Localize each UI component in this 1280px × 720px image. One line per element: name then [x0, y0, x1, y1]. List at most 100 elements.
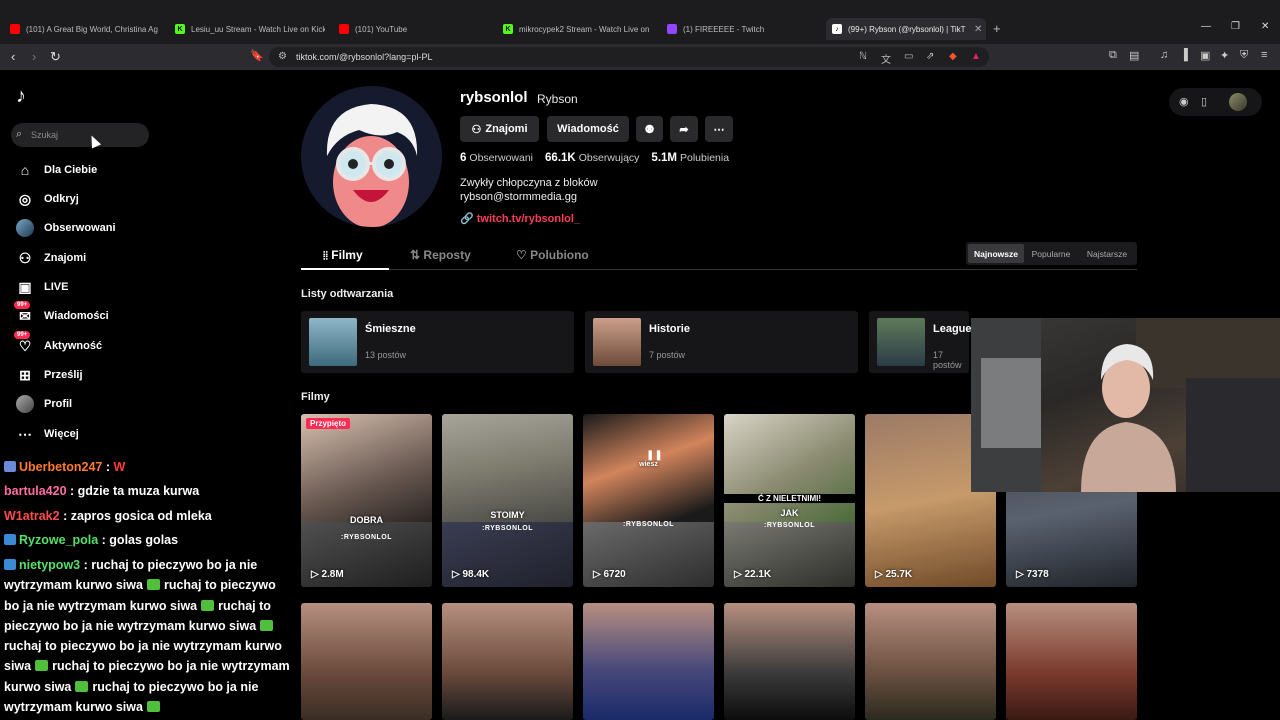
- view-count: ▷ 25.7K: [875, 569, 913, 580]
- video-card[interactable]: [301, 603, 432, 720]
- wallet-icon[interactable]: ▣: [1200, 49, 1210, 62]
- badge-icon: [4, 461, 16, 472]
- share-icon: ➦: [679, 123, 689, 136]
- rewards-icon[interactable]: ▲: [971, 51, 981, 62]
- media-icon[interactable]: ♫: [1160, 49, 1168, 61]
- no-sync-icon[interactable]: ℕ: [859, 51, 867, 62]
- pause-icon[interactable]: ❚❚: [646, 450, 663, 461]
- video-thumbnail: [583, 414, 714, 522]
- sort-newest[interactable]: Najnowsze: [968, 244, 1024, 263]
- sidebar-item-explore[interactable]: ◎ Odkryj: [16, 188, 79, 210]
- sort-oldest[interactable]: Najstarsze: [1080, 244, 1134, 263]
- video-card[interactable]: [442, 603, 573, 720]
- menu-icon[interactable]: ≡: [1261, 49, 1267, 61]
- share-icon[interactable]: ⇗: [926, 51, 934, 62]
- share-button[interactable]: ➦: [670, 116, 698, 142]
- tiktok-logo-icon[interactable]: ♪: [16, 86, 36, 108]
- video-card[interactable]: Przypięto DOBRA :RYBSONLOL ▷ 2.8M: [301, 414, 432, 587]
- tab-title: (1) FIREEEEE - Twitch: [683, 24, 765, 34]
- view-count-value: 6720: [603, 569, 626, 580]
- search-input[interactable]: [31, 127, 141, 143]
- leo-ai-icon[interactable]: ✦: [1220, 49, 1229, 62]
- browser-tab[interactable]: (101) A Great Big World, Christina Ag: [10, 18, 160, 40]
- upload-icon: ⊞: [19, 366, 31, 383]
- more-icon: ⋯: [18, 425, 32, 442]
- tab-reposts[interactable]: ⇅ Reposty: [410, 248, 471, 262]
- sidebar-item-live[interactable]: ▣ LIVE: [16, 276, 68, 298]
- video-card[interactable]: [724, 603, 855, 720]
- video-card[interactable]: STOIMY :RYBSONLOL ▷ 98.4K: [442, 414, 573, 587]
- activity-icon: ♡ 99+: [14, 331, 34, 355]
- vpn-icon[interactable]: ⛨: [1240, 49, 1248, 62]
- sidebar-item-more[interactable]: ⋯ Więcej: [16, 423, 79, 445]
- bookmark-icon[interactable]: 🔖: [250, 49, 264, 62]
- video-card[interactable]: [583, 603, 714, 720]
- playlist-card[interactable]: League 17 postów: [869, 311, 972, 373]
- sidebar-icon[interactable]: ▐: [1180, 49, 1188, 61]
- sidebar-item-profile[interactable]: Profil: [16, 393, 72, 415]
- video-card[interactable]: Ć Z NIELETNIMI! JAK :RYBSONLOL ▷ 22.1K: [724, 414, 855, 587]
- sidebar-item-label: Odkryj: [44, 193, 79, 205]
- sidebar-item-messages[interactable]: ✉ 99+ Wiadomości: [14, 301, 109, 327]
- more-options-button[interactable]: ⋯: [705, 116, 733, 142]
- tab-liked[interactable]: ♡ Polubiono: [516, 248, 589, 262]
- twitch-icon: [667, 24, 677, 34]
- followers-count: 66.1K: [545, 152, 576, 164]
- browser-tab[interactable]: K mikrocypek2 Stream - Watch Live on: [503, 18, 651, 40]
- friends-button[interactable]: ⚇ Znajomi: [460, 116, 539, 142]
- forward-button[interactable]: ›: [32, 49, 36, 64]
- coins-icon[interactable]: ◉: [1179, 95, 1189, 108]
- address-bar[interactable]: ⚙ tiktok.com/@rybsonlol?lang=pl-PL ℕ 文 ▭…: [269, 47, 989, 67]
- tab-title: (101) YouTube: [355, 24, 408, 34]
- tab-videos[interactable]: ⦙⦙ Filmy: [323, 248, 363, 263]
- back-button[interactable]: ‹: [11, 49, 15, 64]
- user-avatar[interactable]: [1229, 93, 1247, 111]
- profile-link[interactable]: 🔗 twitch.tv/rybsonlol_: [460, 212, 580, 225]
- new-tab-button[interactable]: +: [993, 21, 1001, 36]
- sidebar-item-upload[interactable]: ⊞ Prześlij: [16, 364, 82, 386]
- video-card[interactable]: ❚❚ wiesz :RYBSONLOL ▷ 6720: [583, 414, 714, 587]
- video-card[interactable]: [865, 603, 996, 720]
- view-count: ▷ 2.8M: [311, 569, 344, 580]
- app-icon[interactable]: ▯: [1201, 95, 1207, 108]
- message-button[interactable]: Wiadomość: [547, 116, 629, 142]
- video-watermark: :RYBSONLOL: [340, 534, 393, 541]
- reload-button[interactable]: ↻: [50, 49, 61, 65]
- extensions-icon[interactable]: ⧉: [1109, 49, 1117, 62]
- site-settings-icon[interactable]: ⚙: [278, 51, 287, 62]
- browser-tab[interactable]: (101) YouTube: [339, 18, 489, 40]
- maximize-button[interactable]: ❐: [1231, 21, 1240, 32]
- likes-label: Polubienia: [680, 152, 730, 164]
- following-avatar-icon: [16, 219, 34, 237]
- sort-switcher: Najnowsze Popularne Najstarsze: [966, 242, 1137, 265]
- browser-tab-active[interactable]: ♪ (99+) Rybson (@rybsonlol) | TikT ✕: [826, 18, 986, 40]
- video-watermark: :RYBSONLOL: [622, 521, 675, 528]
- sidebar-item-following[interactable]: Obserwowani: [16, 217, 116, 239]
- translate-icon[interactable]: 文: [881, 51, 891, 66]
- tab-label: Reposty: [423, 248, 471, 262]
- reader-icon[interactable]: ▤: [1129, 49, 1139, 62]
- tab-title: (101) A Great Big World, Christina Ag: [26, 24, 158, 34]
- minimize-button[interactable]: —: [1201, 21, 1211, 32]
- close-tab-icon[interactable]: ✕: [974, 24, 982, 35]
- webcam-feed: [971, 318, 1280, 492]
- sidebar-item-friends[interactable]: ⚇ Znajomi: [16, 247, 86, 269]
- browser-tab[interactable]: (1) FIREEEEE - Twitch: [667, 18, 817, 40]
- browser-tab[interactable]: K Lesiu_uu Stream - Watch Live on Kick: [175, 18, 325, 40]
- sidebar-item-for-you[interactable]: ⌂ Dla Ciebie: [16, 159, 97, 181]
- add-friend-button[interactable]: ⚉: [636, 116, 663, 142]
- friend-icon: ⚇: [471, 123, 482, 136]
- playlist-name: Śmieszne: [365, 323, 416, 335]
- chat-text: golas golas: [109, 533, 179, 547]
- playlist-card[interactable]: Śmieszne 13 postów: [301, 311, 574, 373]
- cast-icon[interactable]: ▭: [904, 51, 913, 62]
- brave-shield-icon[interactable]: ◆: [949, 51, 957, 62]
- playlist-card[interactable]: Historie 7 postów: [585, 311, 858, 373]
- video-caption: DOBRA: [350, 515, 383, 525]
- sort-popular[interactable]: Popularne: [1026, 244, 1076, 263]
- close-window-button[interactable]: ✕: [1261, 21, 1269, 32]
- notification-badge: 99+: [14, 331, 31, 339]
- sidebar-item-activity[interactable]: ♡ 99+ Aktywność: [14, 331, 102, 357]
- video-card[interactable]: [1006, 603, 1137, 720]
- search-box[interactable]: ⌕: [11, 123, 149, 147]
